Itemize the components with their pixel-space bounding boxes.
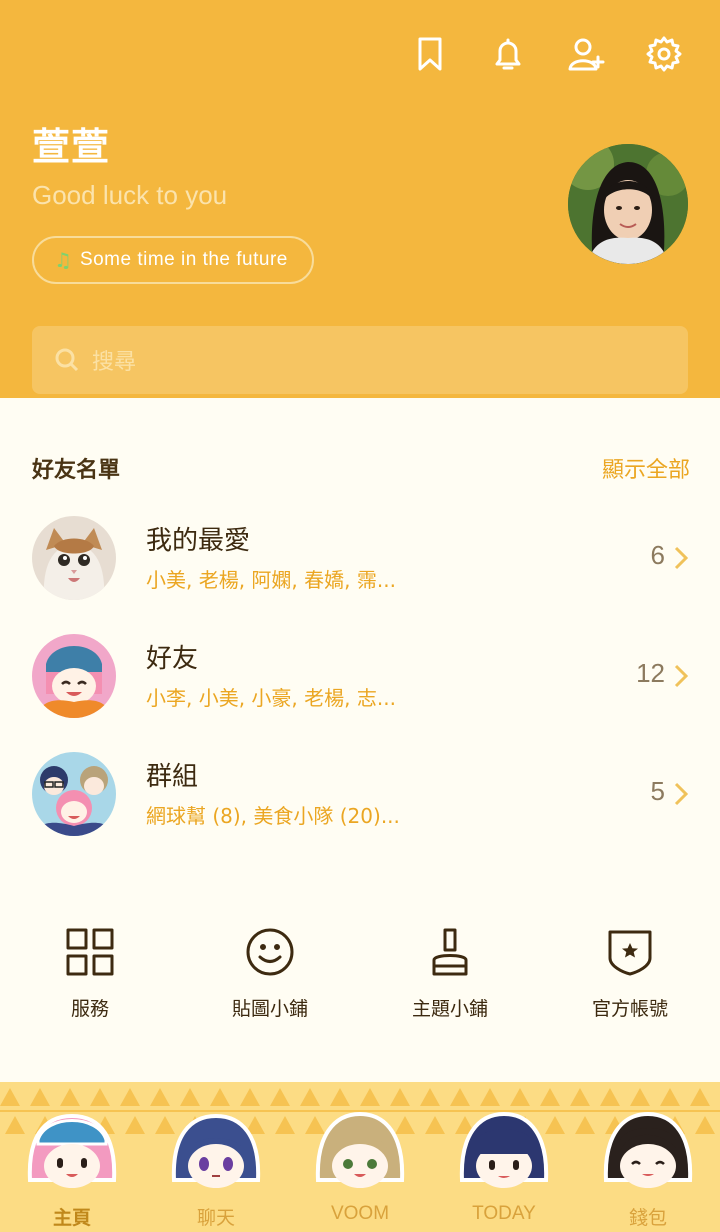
nav-home[interactable]: 主頁 xyxy=(0,1082,144,1232)
shortcut-label: 官方帳號 xyxy=(591,998,668,1020)
nav-label: 錢包 xyxy=(628,1208,667,1229)
list-item-members: 網球幫 (8), 美食小隊 (20)... xyxy=(146,804,400,828)
add-friend-icon[interactable] xyxy=(566,30,606,78)
shortcut-label: 服務 xyxy=(70,998,109,1020)
nav-label: 聊天 xyxy=(196,1208,235,1229)
profile-header: 萱萱 Good luck to you ♫ Some time in the f… xyxy=(0,0,720,398)
search-icon xyxy=(55,348,79,372)
list-item-members: 小李, 小美, 小豪, 老楊, 志... xyxy=(146,686,396,710)
music-title: Some time in the future xyxy=(79,249,288,270)
list-item-title: 我的最愛 xyxy=(146,526,251,556)
profile-music-button[interactable]: ♫ Some time in the future xyxy=(32,236,314,284)
search-bar[interactable]: 搜尋 xyxy=(32,326,688,394)
list-item-title: 好友 xyxy=(146,644,199,674)
today-character-icon xyxy=(459,1111,549,1188)
profile-photo xyxy=(568,144,688,264)
status-message[interactable]: Good luck to you xyxy=(32,180,227,211)
chevron-right-icon xyxy=(674,546,689,570)
nav-chats[interactable]: 聊天 xyxy=(144,1082,288,1232)
shortcut-theme-shop[interactable]: 主題小鋪 xyxy=(360,926,540,1021)
grid-icon xyxy=(66,928,114,976)
profile-name[interactable]: 萱萱 xyxy=(32,116,110,171)
list-item-favorites[interactable]: 我的最愛 小美, 老楊, 阿嫻, 春嬌, 霈... 6 xyxy=(0,516,720,616)
nav-label: VOOM xyxy=(330,1203,390,1224)
chevron-right-icon xyxy=(674,782,689,806)
friends-avatar xyxy=(32,634,116,718)
list-item-members: 小美, 老楊, 阿嫻, 春嬌, 霈... xyxy=(146,568,396,592)
list-item-count: 12 xyxy=(636,658,665,688)
friends-section-title: 好友名單 xyxy=(32,458,121,483)
favorites-avatar xyxy=(32,516,116,600)
list-item-count: 6 xyxy=(650,540,665,570)
search-placeholder: 搜尋 xyxy=(92,350,137,375)
show-all-link[interactable]: 顯示全部 xyxy=(602,452,690,484)
shield-star-icon xyxy=(608,930,652,976)
home-character-icon xyxy=(27,1113,117,1188)
music-note-icon: ♫ xyxy=(54,248,72,272)
nav-wallet[interactable]: 錢包 xyxy=(576,1082,720,1232)
wallet-character-icon xyxy=(603,1111,693,1188)
shortcut-label: 主題小鋪 xyxy=(411,998,488,1020)
brush-icon xyxy=(432,928,468,976)
bookmark-icon[interactable] xyxy=(410,30,450,78)
nav-label: 主頁 xyxy=(52,1208,91,1229)
shortcut-sticker-shop[interactable]: 貼圖小鋪 xyxy=(180,926,360,1021)
chats-character-icon xyxy=(171,1113,261,1188)
groups-avatar xyxy=(32,752,116,836)
bottom-nav-bar: 主頁 聊天 VOOM TODAY 錢包 xyxy=(0,1082,720,1232)
nav-voom[interactable]: VOOM xyxy=(288,1082,432,1232)
bell-icon[interactable] xyxy=(488,30,528,78)
nav-label: TODAY xyxy=(472,1203,536,1224)
header-toolbar xyxy=(410,30,684,78)
chevron-right-icon xyxy=(674,664,689,688)
nav-today[interactable]: TODAY xyxy=(432,1082,576,1232)
settings-icon[interactable] xyxy=(644,30,684,78)
voom-character-icon xyxy=(315,1111,405,1188)
list-item-count: 5 xyxy=(650,776,665,806)
list-item-friends[interactable]: 好友 小李, 小美, 小豪, 老楊, 志... 12 xyxy=(0,634,720,734)
shortcut-label: 貼圖小鋪 xyxy=(231,998,308,1020)
shortcut-official-accounts[interactable]: 官方帳號 xyxy=(540,926,720,1021)
smiley-icon xyxy=(246,928,294,976)
list-item-groups[interactable]: 群組 網球幫 (8), 美食小隊 (20)... 5 xyxy=(0,752,720,852)
shortcut-services[interactable]: 服務 xyxy=(0,926,180,1021)
profile-avatar[interactable] xyxy=(568,144,688,264)
shortcut-bar: 服務 貼圖小鋪 主題小鋪 官方帳號 xyxy=(0,926,720,1021)
list-item-title: 群組 xyxy=(146,762,199,792)
